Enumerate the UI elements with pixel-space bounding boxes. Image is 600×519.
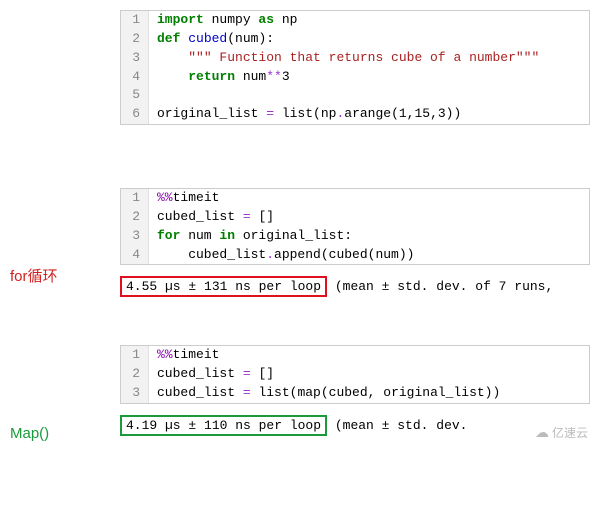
code-content: import numpy as np (149, 11, 297, 30)
line-number: 5 (121, 86, 149, 105)
code-content: cubed_list.append(cubed(num)) (149, 246, 414, 265)
line-number: 1 (121, 346, 149, 365)
line-number: 2 (121, 30, 149, 49)
timing-rest-for: (mean ± std. dev. of 7 runs, (327, 279, 553, 294)
line-number: 2 (121, 365, 149, 384)
code-content: original_list = list(np.arange(1,15,3)) (149, 105, 461, 124)
code-content: %%timeit (149, 346, 219, 365)
line-number: 1 (121, 11, 149, 30)
code-line: 4 cubed_list.append(cubed(num)) (121, 246, 589, 265)
output-map: 4.19 µs ± 110 ns per loop (mean ± std. d… (120, 412, 590, 439)
line-number: 2 (121, 208, 149, 227)
code-content: cubed_list = [] (149, 208, 274, 227)
timing-rest-map: (mean ± std. dev. (327, 418, 467, 433)
code-content: """ Function that returns cube of a numb… (149, 49, 539, 68)
code-content: for num in original_list: (149, 227, 352, 246)
code-block-forloop: 1%%timeit2cubed_list = []3for num in ori… (120, 188, 590, 265)
watermark: ☁ 亿速云 (535, 424, 588, 441)
code-block-map: 1%%timeit2cubed_list = []3cubed_list = l… (120, 345, 590, 404)
code-content: return num**3 (149, 68, 290, 87)
code-line: 1%%timeit (121, 189, 589, 208)
cloud-icon: ☁ (535, 424, 549, 441)
section-label-map: Map() (10, 425, 49, 442)
code-content: cubed_list = list(map(cubed, original_li… (149, 384, 500, 403)
line-number: 3 (121, 227, 149, 246)
watermark-text: 亿速云 (552, 424, 588, 441)
line-number: 6 (121, 105, 149, 124)
timing-highlight-for: 4.55 µs ± 131 ns per loop (120, 276, 327, 297)
output-forloop: 4.55 µs ± 131 ns per loop (mean ± std. d… (120, 273, 590, 300)
code-line: 5 (121, 86, 589, 105)
code-content: def cubed(num): (149, 30, 274, 49)
line-number: 4 (121, 68, 149, 87)
code-content: %%timeit (149, 189, 219, 208)
code-content: cubed_list = [] (149, 365, 274, 384)
line-number: 1 (121, 189, 149, 208)
timing-highlight-map: 4.19 µs ± 110 ns per loop (120, 415, 327, 436)
code-line: 2cubed_list = [] (121, 365, 589, 384)
code-line: 1import numpy as np (121, 11, 589, 30)
code-line: 4 return num**3 (121, 68, 589, 87)
code-line: 3cubed_list = list(map(cubed, original_l… (121, 384, 589, 403)
section-label-for: for循环 (10, 265, 58, 286)
code-line: 6original_list = list(np.arange(1,15,3)) (121, 105, 589, 124)
line-number: 3 (121, 49, 149, 68)
line-number: 4 (121, 246, 149, 265)
code-line: 2cubed_list = [] (121, 208, 589, 227)
code-line: 3 """ Function that returns cube of a nu… (121, 49, 589, 68)
line-number: 3 (121, 384, 149, 403)
code-line: 1%%timeit (121, 346, 589, 365)
code-line: 2def cubed(num): (121, 30, 589, 49)
code-block-setup: 1import numpy as np2def cubed(num):3 """… (120, 10, 590, 125)
code-line: 3for num in original_list: (121, 227, 589, 246)
